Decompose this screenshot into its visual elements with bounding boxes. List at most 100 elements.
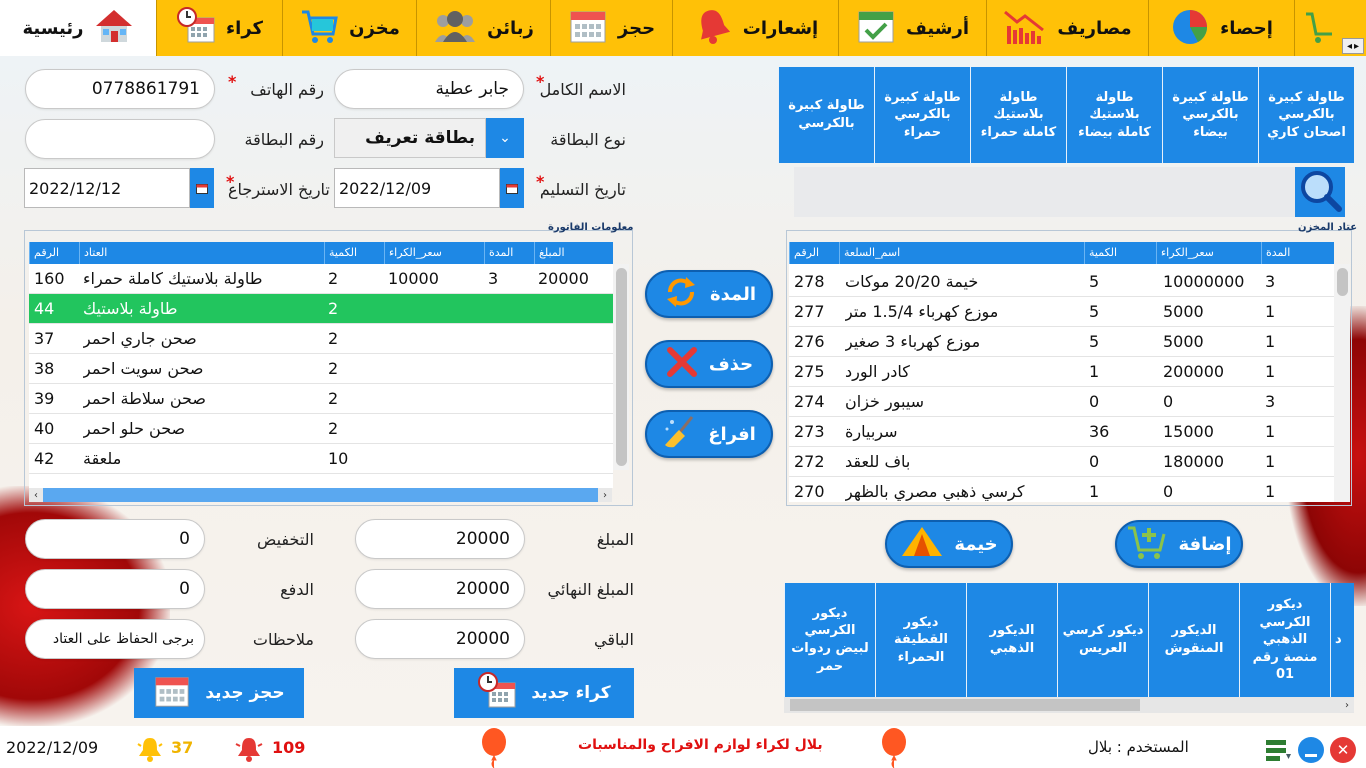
- category-tile[interactable]: طاولة كبيرة بالكرسي حمراء: [874, 67, 970, 163]
- tab-customers[interactable]: زبائن: [416, 0, 550, 56]
- table-row[interactable]: 277 موزع كهرباء 1.5/4 متر 5 5000 1: [789, 297, 1334, 327]
- return-date-picker-button[interactable]: [190, 168, 214, 208]
- store-grid[interactable]: الرقم اسم_السلعة الكمية سعر_الكراء المدة…: [789, 242, 1334, 502]
- store-search-bar[interactable]: [794, 167, 1340, 217]
- delivery-date-input[interactable]: 2022/12/09: [334, 168, 500, 208]
- table-row[interactable]: 276 موزع كهرباء 3 صغير 5 5000 1: [789, 327, 1334, 357]
- tab-notifications[interactable]: إشعارات: [672, 0, 838, 56]
- category-tile[interactable]: طاولة بلاستيك كاملة بيضاء: [1066, 67, 1162, 163]
- tent-icon: [900, 524, 944, 564]
- col-qty[interactable]: الكمية: [324, 242, 384, 264]
- bottom-tile-partial[interactable]: د: [1330, 583, 1354, 697]
- delivery-date-picker-button[interactable]: [500, 168, 524, 208]
- table-row[interactable]: 273 سربيارة 36 15000 1: [789, 417, 1334, 447]
- discount-field[interactable]: 0: [25, 519, 205, 559]
- tab-home[interactable]: رئيسية: [0, 0, 156, 56]
- amount-field[interactable]: 20000: [355, 519, 525, 559]
- decor-tile[interactable]: الديكور الذهبي: [966, 583, 1057, 697]
- new-rental-button[interactable]: كراء جديد: [454, 668, 634, 718]
- store-search-button[interactable]: [1295, 167, 1345, 217]
- tab-archive[interactable]: أرشيف: [838, 0, 986, 56]
- notes-field[interactable]: برجى الحفاظ على العتاد: [25, 619, 205, 659]
- decor-tile[interactable]: ديكور كرسي العريس: [1057, 583, 1148, 697]
- card-type-dropdown-button[interactable]: ⌄: [486, 118, 524, 158]
- discount-label: التخفيض: [257, 530, 314, 549]
- decor-tile[interactable]: الديكور المنقوش: [1148, 583, 1239, 697]
- settings-list-icon[interactable]: [1264, 737, 1292, 767]
- table-row[interactable]: 275 كادر الورد 1 200000 1: [789, 357, 1334, 387]
- store-vscroll[interactable]: [1334, 264, 1350, 502]
- invoice-vscroll[interactable]: [613, 264, 629, 470]
- col-qty[interactable]: الكمية: [1084, 242, 1156, 264]
- invoice-vscroll-thumb[interactable]: [616, 268, 627, 466]
- decor-tile[interactable]: ديكور القطيفة الحمراء: [875, 583, 966, 697]
- table-row[interactable]: 270 كرسي ذهبي مصري بالظهر 1 0 1: [789, 477, 1334, 502]
- table-row[interactable]: 278 خيمة 20/20 موكات 5 10000000 3: [789, 267, 1334, 297]
- col-id[interactable]: الرقم: [789, 242, 839, 264]
- tab-statistics[interactable]: إحصاء: [1148, 0, 1294, 56]
- pie-chart-icon: [1170, 6, 1210, 50]
- final-amount-field[interactable]: 20000: [355, 569, 525, 609]
- tent-button[interactable]: خيمة: [885, 520, 1013, 568]
- return-date-input[interactable]: 2022/12/12: [24, 168, 190, 208]
- store-vscroll-thumb[interactable]: [1337, 268, 1348, 296]
- invoice-scroll-right[interactable]: ›: [598, 488, 612, 502]
- col-item[interactable]: العتاد: [79, 242, 324, 264]
- col-duration[interactable]: المدة: [1261, 242, 1334, 264]
- arrow-right-icon[interactable]: ▸: [1354, 41, 1359, 52]
- category-tile[interactable]: طاولة كبيرة بالكرسي بيضاء: [1162, 67, 1258, 163]
- cell-duration: 3: [1265, 392, 1276, 411]
- card-number-field[interactable]: [25, 119, 215, 159]
- table-row[interactable]: 37 صحن جاري احمر 2: [29, 324, 613, 354]
- invoice-scroll-left[interactable]: ‹: [29, 488, 43, 502]
- duration-button[interactable]: المدة: [645, 270, 773, 318]
- phone-field[interactable]: 0778861791: [25, 69, 215, 109]
- tab-expenses[interactable]: مصاريف: [986, 0, 1148, 56]
- bell-icon: [693, 6, 733, 50]
- delete-button[interactable]: حذف: [645, 340, 773, 388]
- category-tile[interactable]: طاولة كبيرة بالكرسي اصحان كاري: [1258, 67, 1354, 163]
- col-id[interactable]: الرقم: [29, 242, 79, 264]
- add-button[interactable]: إضافة: [1115, 520, 1243, 568]
- decor-tile[interactable]: ديكور الكرسي لبيض ردوات حمر: [784, 583, 875, 697]
- tab-scroll-arrows[interactable]: ◂ ▸: [1342, 38, 1364, 54]
- remaining-field[interactable]: 20000: [355, 619, 525, 659]
- table-row[interactable]: 42 ملعقة 10: [29, 444, 613, 474]
- table-row[interactable]: 40 صحن حلو احمر 2: [29, 414, 613, 444]
- category-tile[interactable]: طاولة بلاستيك كاملة حمراء: [970, 67, 1066, 163]
- invoice-hscroll-thumb[interactable]: [43, 488, 598, 502]
- invoice-grid[interactable]: الرقم العتاد الكمية سعر_الكراء المدة الم…: [29, 242, 613, 488]
- cell-qty: 2: [328, 419, 339, 438]
- bell-red-icon[interactable]: [234, 736, 264, 766]
- table-row[interactable]: 44 طاولة بلاستيك 2: [29, 294, 613, 324]
- tab-booking[interactable]: حجز: [550, 0, 672, 56]
- category-tile[interactable]: طاولة كبيرة بالكرسي: [778, 67, 874, 163]
- col-price[interactable]: سعر_الكراء: [1156, 242, 1261, 264]
- minimize-button[interactable]: [1298, 737, 1324, 763]
- clear-button[interactable]: افراغ: [645, 410, 773, 458]
- table-row[interactable]: 274 سيبور خزان 0 0 3: [789, 387, 1334, 417]
- bottom-tiles-hscroll-thumb[interactable]: [790, 699, 1140, 711]
- col-price[interactable]: سعر_الكراء: [384, 242, 484, 264]
- card-type-select[interactable]: بطاقة تعريف: [334, 118, 486, 158]
- payment-field[interactable]: 0: [25, 569, 205, 609]
- new-booking-button[interactable]: حجز جديد: [134, 668, 304, 718]
- cell-id: 39: [34, 389, 55, 408]
- bottom-tiles-scroll-right[interactable]: ›: [1340, 698, 1354, 712]
- arrow-left-icon[interactable]: ◂: [1347, 41, 1352, 52]
- col-duration[interactable]: المدة: [484, 242, 534, 264]
- close-button[interactable]: ✕: [1330, 737, 1356, 763]
- tab-rental[interactable]: كراء: [156, 0, 282, 56]
- tab-partial-next[interactable]: [1294, 0, 1342, 56]
- table-row[interactable]: 39 صحن سلاطة احمر 2: [29, 384, 613, 414]
- table-row[interactable]: 160 طاولة بلاستيك كاملة حمراء 2 10000 3 20000: [29, 264, 613, 294]
- bell-yellow-icon[interactable]: [136, 736, 164, 766]
- bottom-tiles-hscroll[interactable]: [784, 697, 1354, 713]
- decor-tile[interactable]: ديكور الكرسي الذهبي منصة رقم 01: [1239, 583, 1330, 697]
- col-amount[interactable]: المبلغ: [534, 242, 613, 264]
- full-name-field[interactable]: جابر عطية: [334, 69, 524, 109]
- table-row[interactable]: 272 باف للعقد 0 180000 1: [789, 447, 1334, 477]
- table-row[interactable]: 38 صحن سويت احمر 2: [29, 354, 613, 384]
- col-name[interactable]: اسم_السلعة: [839, 242, 1084, 264]
- tab-store[interactable]: مخزن: [282, 0, 416, 56]
